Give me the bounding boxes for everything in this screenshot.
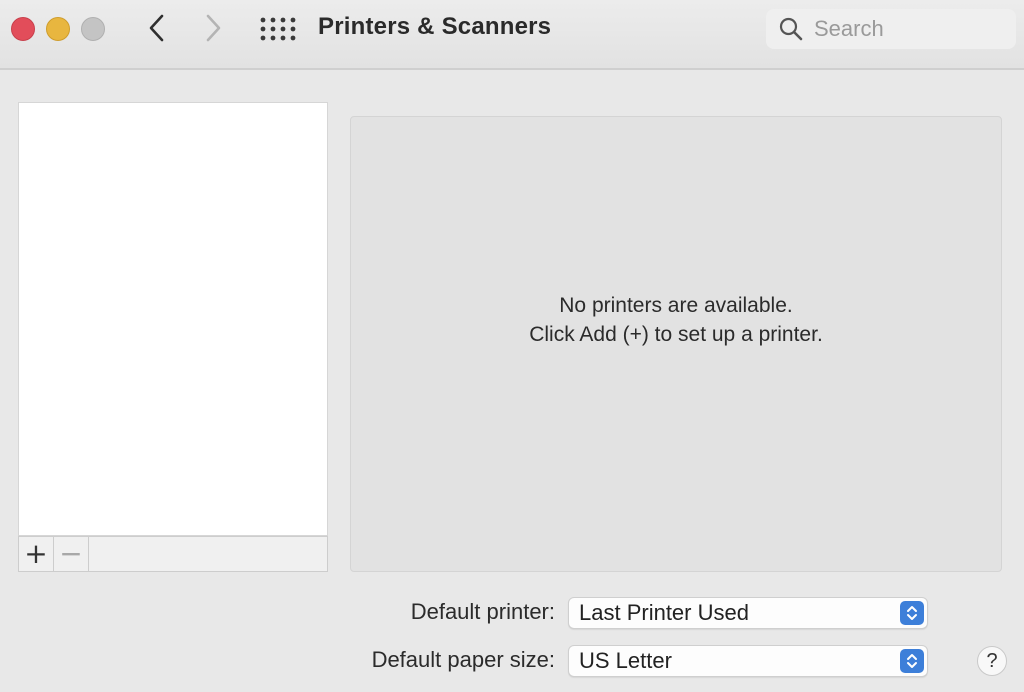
grid-icon [260,17,296,41]
chevron-left-icon [149,14,164,42]
back-button[interactable] [142,12,172,44]
printer-detail-pane: No printers are available. Click Add (+)… [350,116,1002,572]
zoom-button[interactable] [81,17,105,41]
search-icon [779,17,803,41]
chevron-right-icon [206,14,221,42]
default-paper-size-select[interactable]: US Letter [568,645,928,677]
default-paper-size-label: Default paper size: [371,647,555,672]
empty-state-message: No printers are available. Click Add (+)… [351,291,1001,349]
remove-printer-button[interactable]: − [54,537,89,571]
empty-state-line-2: Click Add (+) to set up a printer. [529,323,823,346]
window-title: Printers & Scanners [318,13,552,40]
show-all-button[interactable] [258,16,300,42]
add-printer-button[interactable]: + [19,537,54,571]
forward-button[interactable] [198,12,228,44]
printer-list[interactable] [18,102,328,536]
default-printer-value: Last Printer Used [579,600,749,625]
printers-scanners-window: Printers & Scanners + − No printers are … [0,0,1024,692]
printer-list-toolbar: + − [18,536,328,572]
default-printer-select[interactable]: Last Printer Used [568,597,928,629]
up-down-arrows-icon [900,601,924,625]
up-down-arrows-icon [900,649,924,673]
help-button[interactable]: ? [977,646,1007,676]
search-input[interactable] [812,15,1006,43]
default-paper-size-value: US Letter [579,648,672,673]
minimize-button[interactable] [46,17,70,41]
default-printer-label: Default printer: [410,599,555,624]
title-bar: Printers & Scanners [0,0,1024,70]
empty-state-line-1: No printers are available. [559,294,793,317]
close-button[interactable] [11,17,35,41]
search-field[interactable] [766,9,1016,49]
